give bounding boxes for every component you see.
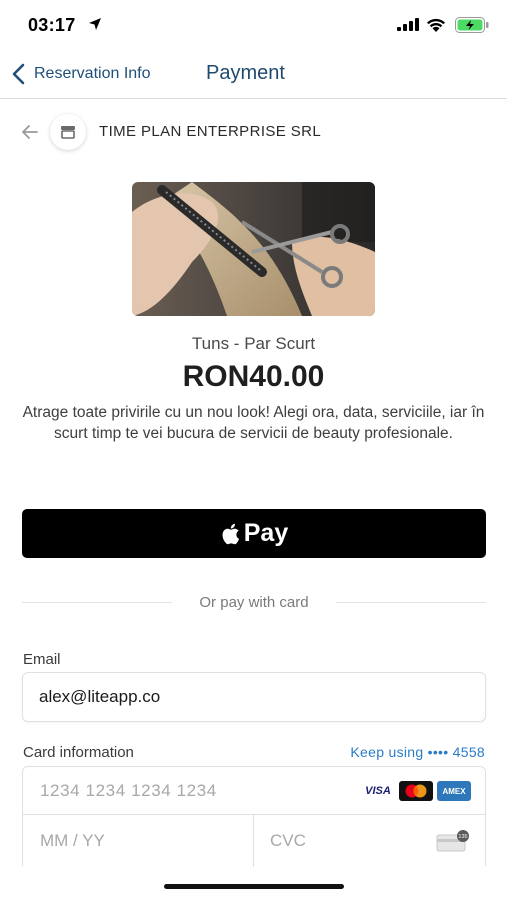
status-time: 03:17 [28, 15, 76, 35]
battery-charging-icon [455, 17, 489, 33]
amex-brand-icon: AMEX [437, 781, 471, 801]
card-information-label: Card information [23, 744, 134, 761]
card-number-placeholder: 1234 1234 1234 1234 [40, 781, 217, 800]
wifi-icon [427, 18, 445, 32]
apple-logo-icon [222, 523, 239, 544]
store-icon [61, 126, 75, 139]
expiry-date-field[interactable]: MM / YY [23, 815, 254, 867]
mastercard-brand-icon [399, 781, 433, 801]
merchant-logo [50, 114, 86, 150]
product-name: Tuns - Par Scurt [191, 334, 316, 353]
navigation-bar: Reservation Info Payment [0, 50, 507, 99]
keep-using-saved-card-link[interactable]: Keep using •••• 4558 [350, 744, 485, 760]
arrow-left-icon[interactable] [20, 122, 40, 142]
back-button-label: Reservation Info [34, 65, 151, 82]
cvc-field[interactable]: CVC 135 [254, 815, 485, 867]
card-number-field[interactable]: 1234 1234 1234 1234 VISA AMEX [23, 767, 485, 815]
location-arrow-icon [89, 18, 101, 30]
visa-brand-icon: VISA [365, 785, 391, 797]
email-input[interactable]: alex@liteapp.co [22, 672, 486, 722]
apple-pay-button[interactable]: Pay [22, 509, 486, 558]
product-description: Atrage toate privirile cu un nou look! A… [22, 404, 485, 442]
email-label: Email [23, 651, 61, 668]
page-title: Payment [206, 62, 285, 84]
merchant-name: TIME PLAN ENTERPRISE SRL [99, 123, 322, 140]
cvc-placeholder: CVC [270, 831, 306, 850]
product-price: RON40.00 [182, 360, 325, 393]
chevron-left-icon [12, 63, 25, 85]
divider-line [336, 602, 486, 603]
cvc-badge-text: 135 [458, 834, 467, 840]
merchant-header: TIME PLAN ENTERPRISE SRL [0, 112, 507, 152]
pay-with-card-divider: Or pay with card [22, 593, 486, 613]
product-image [132, 182, 375, 316]
status-bar: 03:17 [0, 0, 507, 50]
cellular-signal-icon [397, 18, 419, 31]
back-button[interactable]: Reservation Info [10, 60, 151, 88]
expiry-placeholder: MM / YY [40, 831, 105, 850]
apple-pay-label: Pay [243, 519, 289, 547]
card-information-fields: 1234 1234 1234 1234 VISA AMEX MM / YY CV… [22, 766, 486, 867]
home-indicator [164, 884, 344, 889]
card-cvc-icon: 135 [436, 830, 469, 852]
